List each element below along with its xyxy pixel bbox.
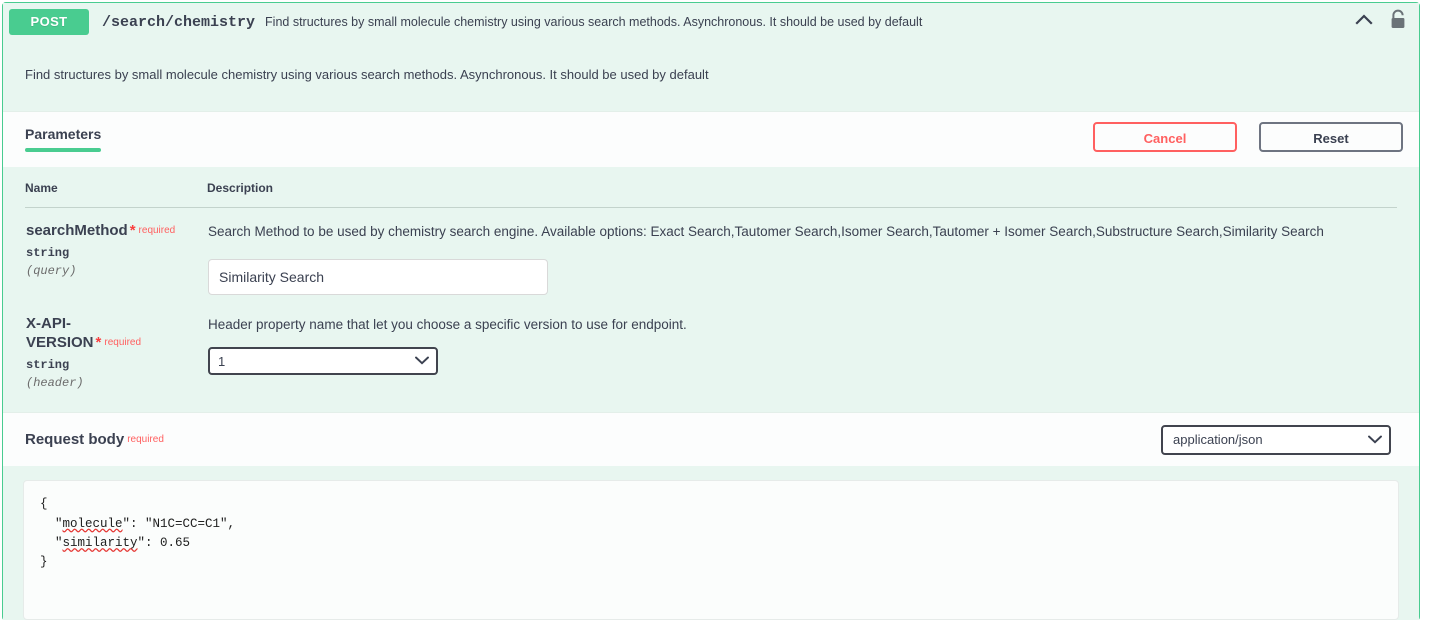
request-body-textarea[interactable]: { "molecule": "N1C=CC=C1", "similarity":…: [23, 480, 1399, 620]
request-body-label: Request body: [25, 431, 125, 449]
operation-summary-text: Find structures by small molecule chemis…: [265, 15, 923, 29]
parameters-section: Name Description searchMethod * required s…: [3, 166, 1419, 397]
column-header-name: Name: [25, 166, 207, 208]
media-type-select[interactable]: application/json: [1161, 424, 1391, 455]
swagger-operation-page: POST /search/chemistry Find structures b…: [0, 0, 1430, 620]
required-label: required: [138, 224, 176, 236]
parameter-location: (query): [26, 264, 77, 279]
table-row: searchMethod * required string (query) Sea…: [25, 207, 1397, 301]
operation-icons: [1353, 9, 1411, 36]
request-body-header: Request body required application/json: [3, 412, 1419, 467]
reset-button[interactable]: Reset: [1259, 121, 1403, 152]
x-api-version-select-wrapper: 1: [208, 347, 438, 375]
parameter-name-x-api-version: X-API-VERSION * required: [26, 315, 156, 353]
table-header-row: Name Description: [25, 166, 1397, 208]
request-body-editor-panel: { "molecule": "N1C=CC=C1", "similarity":…: [3, 466, 1419, 620]
json-line: {: [40, 497, 48, 512]
parameters-toolbar: Parameters Cancel Reset: [3, 110, 1419, 167]
media-type-select-wrapper: application/json: [1161, 424, 1391, 455]
parameter-location: (header): [26, 376, 84, 391]
parameter-label: X-API-VERSION: [26, 314, 94, 351]
table-row: X-API-VERSION * required string (header) H…: [25, 301, 1397, 397]
request-body-title: Request body required: [25, 431, 164, 448]
parameter-type: string: [26, 246, 70, 261]
parameter-name-searchmethod: searchMethod * required: [26, 221, 175, 241]
json-line: "similarity": 0.65: [40, 536, 191, 550]
parameter-description-cell-searchmethod: Search Method to be used by chemistry se…: [207, 207, 1397, 301]
json-line: "molecule": "N1C=CC=C1",: [40, 516, 236, 531]
json-line: }: [40, 555, 48, 570]
lock-icon[interactable]: [1389, 9, 1407, 36]
operation-description-panel: Find structures by small molecule chemis…: [3, 41, 1419, 111]
tab-parameters[interactable]: Parameters: [25, 126, 102, 152]
json-key-similarity: similarity: [62, 536, 138, 550]
parameter-type: string: [26, 358, 70, 373]
operation-path: /search/chemistry: [102, 13, 256, 31]
http-method-badge: POST: [9, 9, 89, 35]
required-label: required: [104, 336, 142, 348]
x-api-version-select[interactable]: 1: [208, 347, 438, 375]
action-buttons: Cancel Reset: [1093, 121, 1403, 152]
parameter-description: Header property name that let you choose…: [208, 316, 687, 332]
chevron-up-icon[interactable]: [1353, 9, 1375, 36]
parameter-description: Search Method to be used by chemistry se…: [208, 223, 1324, 239]
search-method-input[interactable]: [208, 258, 548, 295]
required-asterisk: *: [95, 333, 102, 351]
parameter-label: searchMethod: [26, 221, 128, 239]
operation-summary-bar[interactable]: POST /search/chemistry Find structures b…: [3, 3, 1419, 41]
parameter-name-cell-x-api-version: X-API-VERSION * required string (header): [25, 301, 207, 397]
required-asterisk: *: [129, 221, 136, 239]
parameter-description-cell-x-api-version: Header property name that let you choose…: [207, 301, 1397, 397]
cancel-button[interactable]: Cancel: [1093, 121, 1237, 152]
operation-block-post-search-chemistry: POST /search/chemistry Find structures b…: [2, 2, 1420, 620]
operation-description-text: Find structures by small molecule chemis…: [25, 67, 709, 82]
json-key-molecule: molecule: [62, 516, 123, 531]
request-body-required-label: required: [127, 434, 164, 446]
parameter-name-cell-searchmethod: searchMethod * required string (query): [25, 207, 207, 301]
column-header-description: Description: [207, 166, 1397, 208]
parameters-table: Name Description searchMethod * required s…: [25, 166, 1397, 397]
